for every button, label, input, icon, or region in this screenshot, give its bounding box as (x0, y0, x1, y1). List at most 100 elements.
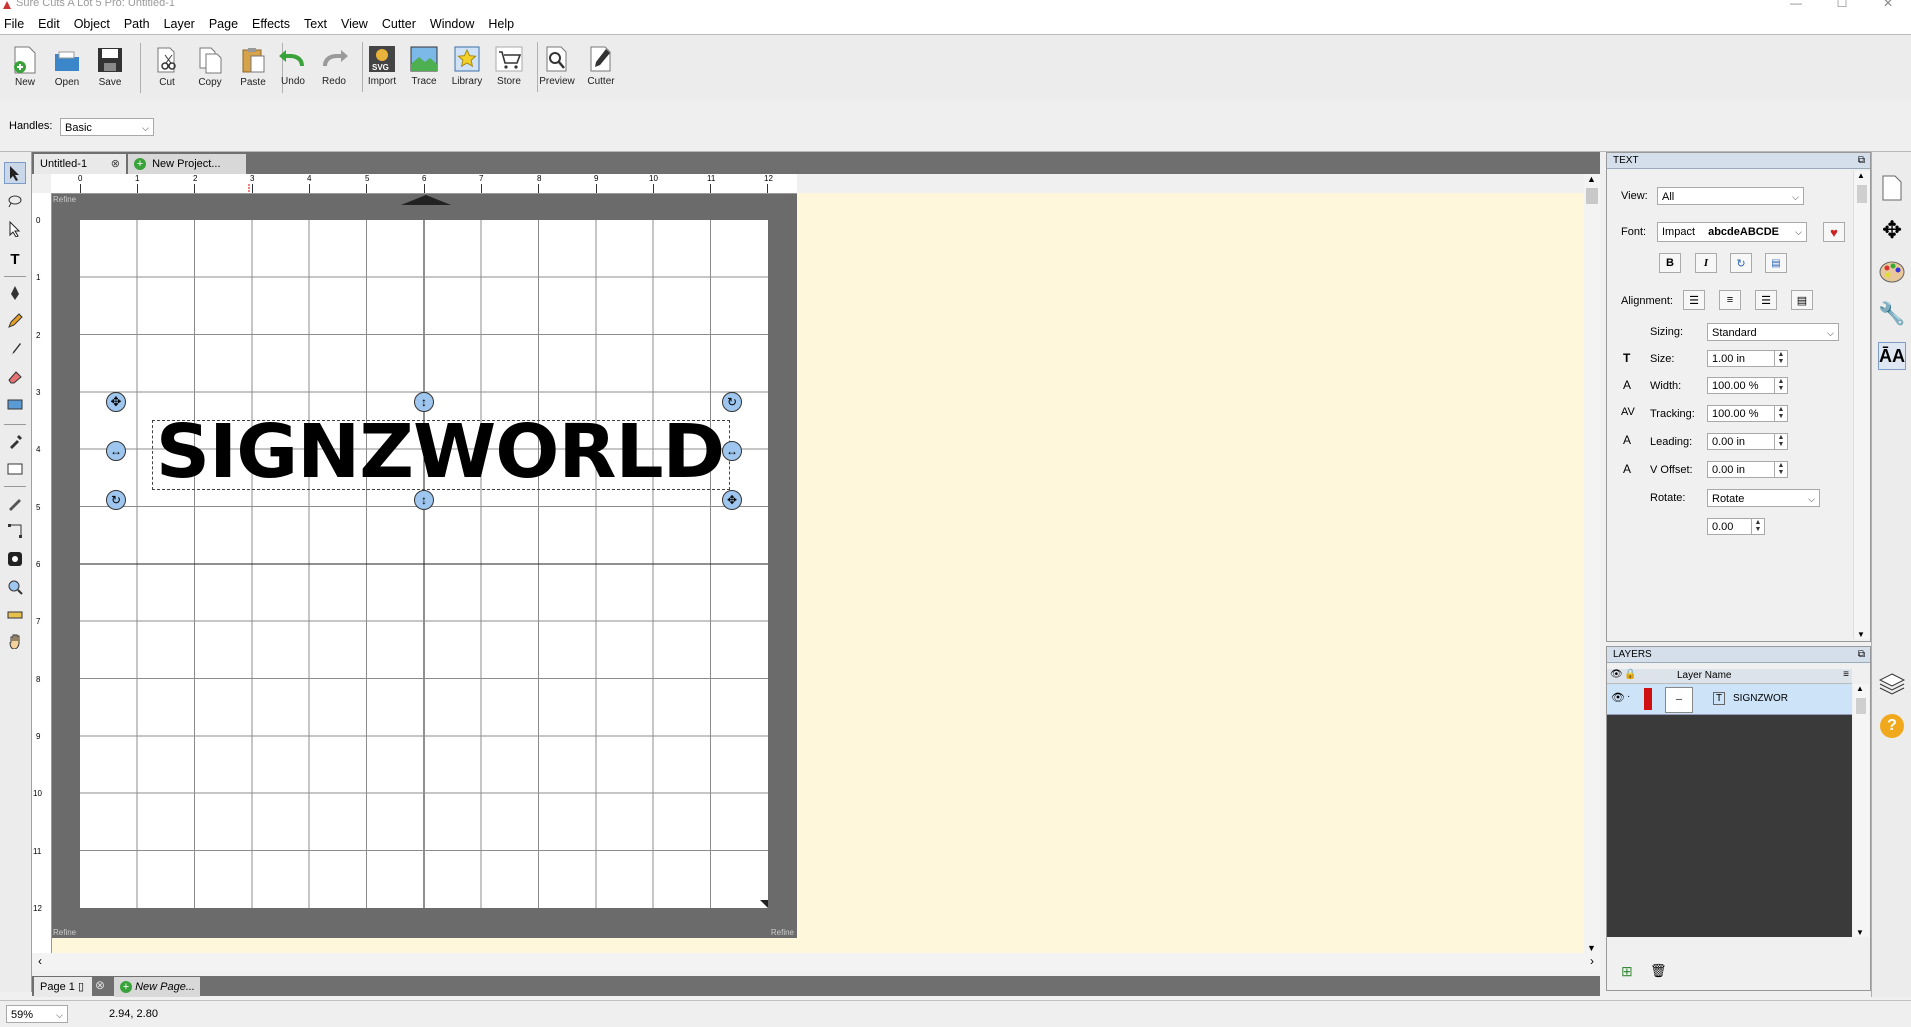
text-panel-scrollbar[interactable]: ▲ ▼ (1853, 171, 1870, 639)
close-page-icon[interactable]: ⊗ (95, 978, 105, 992)
store-button[interactable]: Store (489, 40, 529, 96)
menu-file[interactable]: File (0, 17, 31, 31)
layers-scrollbar[interactable]: ▲ ▼ (1853, 684, 1869, 937)
menu-view[interactable]: View (334, 17, 375, 31)
italic-button[interactable]: I (1695, 253, 1717, 273)
reset-text-icon[interactable]: ↻ (1730, 253, 1752, 273)
trace-button[interactable]: Trace (404, 40, 444, 96)
leading-input[interactable]: 0.00 in ▲ ▼ (1707, 433, 1788, 450)
text-panel-icon[interactable]: ĀA (1878, 342, 1906, 370)
vertical-scrollbar[interactable]: ▲ ▼ (1584, 174, 1600, 953)
bold-button[interactable]: B (1659, 253, 1681, 273)
sizing-select[interactable]: Standard ⌵ (1707, 323, 1839, 341)
menu-effects[interactable]: Effects (245, 17, 297, 31)
horizontal-scrollbar[interactable]: ‹ › (32, 953, 1600, 970)
menu-page[interactable]: Page (202, 17, 245, 31)
align-justify-icon[interactable]: ▤ (1791, 290, 1813, 310)
layer-row[interactable]: 👁 · — T SIGNZWOR (1607, 684, 1852, 715)
text-tool-icon[interactable]: T (4, 248, 26, 270)
hand-pan-tool-icon[interactable] (4, 630, 26, 652)
panel-popout-icon[interactable]: ⧉ (1858, 647, 1865, 663)
text-on-path-icon[interactable]: ▤ (1765, 253, 1787, 273)
menu-object[interactable]: Object (67, 17, 117, 31)
view-select[interactable]: All ⌵ (1657, 187, 1804, 205)
handles-select[interactable]: Basic ⌵ (60, 118, 154, 136)
align-right-icon[interactable]: ☰ (1755, 290, 1777, 310)
undo-button-main[interactable]: Undo (273, 40, 313, 96)
font-select[interactable]: Impact abcdeABCDE ⌵ (1657, 222, 1807, 242)
scroll-left-icon[interactable]: ‹ (38, 954, 42, 968)
cutter-button[interactable]: Cutter (581, 40, 621, 96)
document-panel-icon[interactable] (1878, 174, 1906, 202)
layers-menu-icon[interactable]: ≡ (1843, 669, 1849, 680)
color-palette-icon[interactable] (1878, 258, 1906, 286)
scale-handle-bottom-right-icon[interactable]: ✥ (722, 490, 742, 510)
scroll-down-icon[interactable]: ▼ (1587, 943, 1596, 953)
shape-tool-icon[interactable] (4, 394, 26, 416)
layer-color-swatch[interactable] (1644, 688, 1652, 710)
menu-text[interactable]: Text (297, 17, 334, 31)
tab-new-project[interactable]: + New Project... (128, 154, 246, 174)
node-edit-tool-icon[interactable] (4, 218, 26, 240)
signzworld-text-object[interactable]: SIGNZWORLD (144, 409, 736, 495)
new-button[interactable]: New (5, 41, 45, 97)
zoom-select[interactable]: 59% ⌵ (6, 1005, 68, 1023)
cut-button[interactable]: Cut (147, 41, 187, 97)
v-offset-input[interactable]: 0.00 in ▲ ▼ (1707, 461, 1788, 478)
menu-edit[interactable]: Edit (31, 17, 67, 31)
select-tool-icon[interactable] (4, 162, 26, 184)
wrench-tools-icon[interactable]: 🔧 (1878, 300, 1906, 328)
weld-tool-icon[interactable] (4, 548, 26, 570)
tab-page-1[interactable]: Page 1 ▯ (34, 977, 92, 997)
rotate-handle-top-right-icon[interactable]: ↻ (722, 392, 742, 412)
eyedropper-tool-icon[interactable] (4, 430, 26, 452)
preview-button[interactable]: Preview (537, 40, 577, 96)
minimize-button[interactable]: — (1773, 0, 1819, 10)
open-button[interactable]: Open (47, 41, 87, 97)
copy-button[interactable]: Copy (190, 41, 230, 97)
rotate-handle-bottom-left-icon[interactable]: ↻ (106, 490, 126, 510)
measure-tool-icon[interactable] (4, 604, 26, 626)
transform-move-icon[interactable]: ✥ (1878, 216, 1906, 244)
menu-cutter[interactable]: Cutter (375, 17, 423, 31)
menu-window[interactable]: Window (423, 17, 481, 31)
redo-button[interactable]: Redo (314, 40, 354, 96)
visibility-eye-icon[interactable]: 👁 (1611, 691, 1625, 704)
scroll-up-icon[interactable]: ▲ (1587, 174, 1596, 184)
move-handle-icon[interactable]: ✥ (106, 392, 126, 412)
width-input[interactable]: 100.00 % ▲ ▼ (1707, 377, 1788, 394)
rectangle-tool-icon[interactable] (4, 458, 26, 480)
rotate-select[interactable]: Rotate ⌵ (1707, 489, 1820, 507)
pen-tool-icon[interactable] (4, 282, 26, 304)
tab-new-page[interactable]: + New Page... (114, 977, 200, 997)
zoom-tool-icon[interactable] (4, 576, 26, 598)
scroll-right-icon[interactable]: › (1590, 954, 1594, 968)
resize-vertical-top-handle-icon[interactable]: ↕ (414, 392, 434, 412)
knife-tool-icon[interactable] (4, 492, 26, 514)
size-input[interactable]: 1.00 in ▲ ▼ (1707, 350, 1788, 367)
help-question-icon[interactable]: ? (1878, 712, 1906, 740)
panel-popout-icon[interactable]: ⧉ (1858, 153, 1865, 169)
add-layer-icon[interactable]: ⊞ (1621, 963, 1633, 980)
eraser-tool-icon[interactable] (4, 366, 26, 388)
rotate-angle-input[interactable]: 0.00 ▲ ▼ (1707, 518, 1765, 535)
resize-horizontal-right-handle-icon[interactable]: ↔ (722, 441, 742, 461)
lasso-select-tool-icon[interactable] (4, 190, 26, 212)
menu-help[interactable]: Help (481, 17, 521, 31)
pencil-tool-icon[interactable] (4, 310, 26, 332)
save-button[interactable]: Save (90, 41, 130, 97)
align-center-icon[interactable]: ≡ (1719, 290, 1741, 310)
canvas-grid[interactable]: SIGNZWORLD ✥ ↕ ↻ ↔ ↔ ↻ ↕ ✥ (80, 220, 768, 908)
close-tab-icon[interactable]: ⊗ (111, 154, 120, 174)
align-left-icon[interactable]: ☰ (1683, 290, 1705, 310)
scroll-thumb[interactable] (1586, 188, 1598, 204)
paste-button[interactable]: Paste (233, 41, 273, 97)
import-button[interactable]: SVG Import (362, 40, 402, 96)
library-button[interactable]: Library (447, 40, 487, 96)
delete-layer-trash-icon[interactable]: 🗑 (1650, 963, 1667, 979)
menu-layer[interactable]: Layer (157, 17, 202, 31)
favorite-font-heart-icon[interactable]: ♥ (1823, 222, 1845, 242)
resize-horizontal-left-handle-icon[interactable]: ↔ (106, 441, 126, 461)
layers-panel-icon[interactable] (1878, 670, 1906, 698)
maximize-button[interactable]: ☐ (1819, 0, 1865, 10)
